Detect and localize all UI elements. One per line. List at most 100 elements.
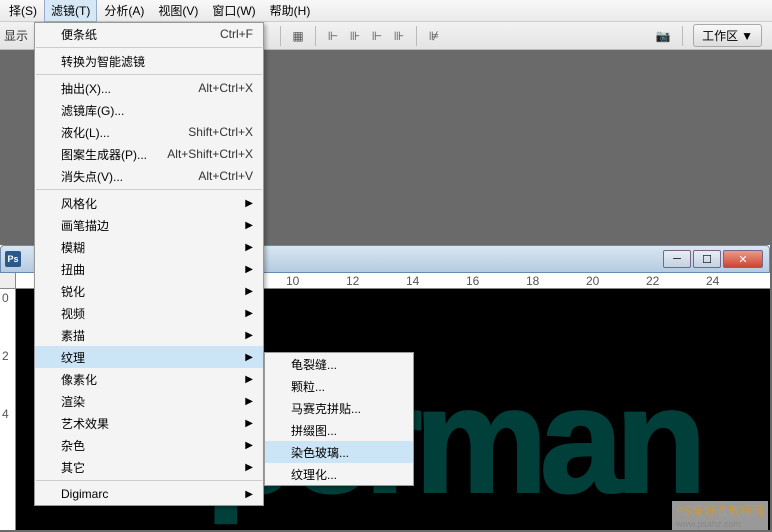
submenu-arrow-icon: ▶	[245, 220, 253, 231]
menu-shortcut: Shift+Ctrl+X	[188, 125, 253, 139]
menu-item-label: 图案生成器(P)...	[61, 146, 147, 163]
menu-render[interactable]: 渲染 ▶	[35, 390, 263, 412]
menu-blur[interactable]: 模糊▶	[35, 236, 263, 258]
menu-item-label: 艺术效果	[61, 415, 109, 432]
ruler-mark: 0	[2, 291, 9, 305]
menu-item-label: 颗粒...	[291, 378, 325, 395]
menu-item-label: 滤镜库(G)...	[61, 102, 124, 119]
toolbar-label: 显示	[4, 27, 28, 44]
separator	[280, 26, 281, 46]
submenu-arrow-icon: ▶	[245, 440, 253, 451]
menu-item-label: 便条纸	[61, 26, 97, 43]
menu-distort[interactable]: 扭曲 ▶	[35, 258, 263, 280]
ruler-mark: 22	[646, 274, 659, 288]
menu-convert-smart[interactable]: 转换为智能滤镜	[35, 50, 263, 72]
close-button[interactable]: ✕	[723, 250, 763, 268]
menu-item-label: 消失点(V)...	[61, 168, 123, 185]
align-icon[interactable]: ⊩	[368, 27, 386, 45]
menu-extract[interactable]: 抽出(X)...Alt+Ctrl+X	[35, 77, 263, 99]
menu-other[interactable]: 其它▶	[35, 456, 263, 478]
submenu-grain[interactable]: 颗粒...	[265, 375, 413, 397]
submenu-arrow-icon: ▶	[245, 489, 253, 500]
submenu-texturizer[interactable]: 纹理化...	[265, 463, 413, 485]
menu-shortcut: Alt+Shift+Ctrl+X	[167, 147, 253, 161]
menu-artistic[interactable]: 艺术效果▶	[35, 412, 263, 434]
submenu-mosaic-tiles[interactable]: 马赛克拼贴...	[265, 397, 413, 419]
app-icon: Ps	[5, 251, 21, 267]
align-icon[interactable]: ⊪	[390, 27, 408, 45]
texture-submenu: 龟裂缝... 颗粒... 马赛克拼贴... 拼缀图... 染色玻璃... 纹理化…	[264, 352, 414, 486]
separator	[315, 26, 316, 46]
ruler-mark: 24	[706, 274, 719, 288]
menu-item-label: 素描	[61, 327, 85, 344]
menu-item-label: 像素化	[61, 371, 97, 388]
menubar: 择(S) 滤镜(T) 分析(A) 视图(V) 窗口(W) 帮助(H)	[0, 0, 772, 22]
menu-texture[interactable]: 纹理▶	[35, 346, 263, 368]
menu-item-label: 扭曲	[61, 261, 85, 278]
tool-icon[interactable]: ▦	[289, 27, 307, 45]
menu-digimarc[interactable]: Digimarc ▶	[35, 483, 263, 505]
menu-view[interactable]: 视图(V)	[151, 0, 205, 22]
menu-help[interactable]: 帮助(H)	[263, 0, 318, 22]
maximize-button[interactable]: ☐	[693, 250, 721, 268]
menu-pixelate[interactable]: 像素化 ▶	[35, 368, 263, 390]
menu-sketch[interactable]: 素描▶	[35, 324, 263, 346]
align-icon[interactable]: ⊩	[324, 27, 342, 45]
watermark-text: PS爱好者教程网	[676, 504, 764, 518]
separator	[416, 26, 417, 46]
menu-item-label: 染色玻璃...	[291, 444, 349, 461]
minimize-button[interactable]: ─	[663, 250, 691, 268]
menu-item-label: Digimarc	[61, 487, 108, 501]
menu-vanishing-point[interactable]: 消失点(V)...Alt+Ctrl+V	[35, 165, 263, 187]
menu-item-label: 龟裂缝...	[291, 356, 337, 373]
menu-item-label: 渲染	[61, 393, 85, 410]
menu-window[interactable]: 窗口(W)	[205, 0, 262, 22]
align-icon[interactable]: ⊪	[346, 27, 364, 45]
menu-shortcut: Ctrl+F	[220, 27, 253, 41]
menu-pattern-maker[interactable]: 图案生成器(P)... Alt+Shift+Ctrl+X	[35, 143, 263, 165]
submenu-arrow-icon: ▶	[245, 374, 253, 385]
filter-menu-dropdown: 便条纸 Ctrl+F 转换为智能滤镜 抽出(X)...Alt+Ctrl+X 滤镜…	[34, 22, 264, 506]
menu-analysis[interactable]: 分析(A)	[97, 0, 151, 22]
separator	[682, 26, 683, 46]
menu-item-label: 风格化	[61, 195, 97, 212]
camera-icon[interactable]: 📷	[654, 27, 672, 45]
submenu-stained-glass[interactable]: 染色玻璃...	[265, 441, 413, 463]
submenu-arrow-icon: ▶	[245, 264, 253, 275]
menu-separator	[36, 47, 262, 48]
workspace-button[interactable]: 工作区 ▼	[693, 24, 762, 47]
ruler-mark: 18	[526, 274, 539, 288]
workspace-label: 工作区	[702, 27, 738, 44]
submenu-arrow-icon: ▶	[245, 396, 253, 407]
menu-item-label: 视频	[61, 305, 85, 322]
ruler-mark: 14	[406, 274, 419, 288]
submenu-arrow-icon: ▶	[245, 198, 253, 209]
menu-sharpen[interactable]: 锐化▶	[35, 280, 263, 302]
menu-filter[interactable]: 滤镜(T)	[44, 0, 97, 22]
watermark: PS爱好者教程网 www.psahz.com	[672, 501, 768, 530]
menu-brush-strokes[interactable]: 画笔描边▶	[35, 214, 263, 236]
menu-video[interactable]: 视频 ▶	[35, 302, 263, 324]
ruler-mark: 10	[286, 274, 299, 288]
menu-item-label: 液化(L)...	[61, 124, 110, 141]
menu-last-filter[interactable]: 便条纸 Ctrl+F	[35, 23, 263, 45]
submenu-arrow-icon: ▶	[245, 308, 253, 319]
menu-item-label: 杂色	[61, 437, 85, 454]
submenu-patchwork[interactable]: 拼缀图...	[265, 419, 413, 441]
distribute-icon[interactable]: ⊯	[425, 27, 443, 45]
menu-filter-gallery[interactable]: 滤镜库(G)...	[35, 99, 263, 121]
ruler-corner	[0, 273, 16, 289]
ruler-mark: 4	[2, 407, 9, 421]
menu-item-label: 模糊	[61, 239, 85, 256]
menu-item-label: 纹理	[61, 349, 85, 366]
vertical-ruler[interactable]: 0 2 4	[0, 289, 16, 530]
menu-liquify[interactable]: 液化(L)... Shift+Ctrl+X	[35, 121, 263, 143]
menu-select[interactable]: 择(S)	[2, 0, 44, 22]
submenu-arrow-icon: ▶	[245, 462, 253, 473]
menu-shortcut: Alt+Ctrl+X	[198, 81, 253, 95]
menu-noise[interactable]: 杂色 ▶	[35, 434, 263, 456]
menu-separator	[36, 189, 262, 190]
menu-stylize[interactable]: 风格化 ▶	[35, 192, 263, 214]
menu-item-label: 拼缀图...	[291, 422, 337, 439]
submenu-craquelure[interactable]: 龟裂缝...	[265, 353, 413, 375]
